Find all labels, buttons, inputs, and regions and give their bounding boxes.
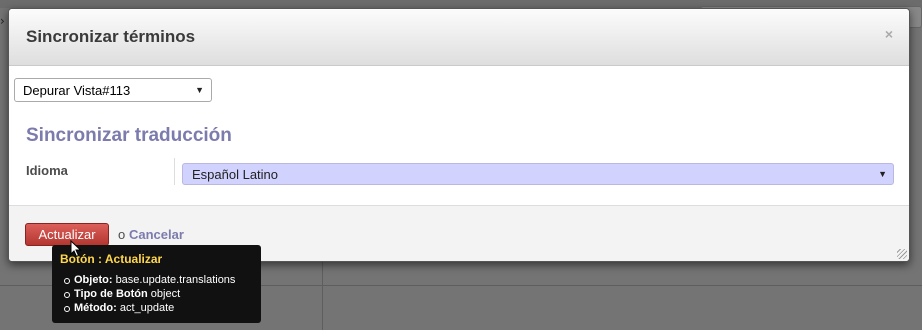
tooltip-list: Objeto: base.update.translations Tipo de… xyxy=(60,273,253,315)
background-glyph: › xyxy=(0,14,5,28)
language-select[interactable]: Español Latino ▼ xyxy=(182,163,894,185)
debug-view-select[interactable]: Depurar Vista#113 ▼ xyxy=(14,78,212,102)
update-button[interactable]: Actualizar xyxy=(25,223,109,246)
button-tooltip: Botón : Actualizar Objeto: base.update.t… xyxy=(52,245,261,323)
tooltip-item-button-type: Tipo de Botón object xyxy=(64,287,253,301)
tooltip-key: Método: xyxy=(74,302,117,314)
debug-view-value: Depurar Vista#113 xyxy=(23,83,131,98)
dialog-header: Sincronizar términos × xyxy=(9,9,909,66)
or-text: o xyxy=(118,227,126,242)
tooltip-title: Botón : Actualizar xyxy=(60,252,163,266)
field-separator xyxy=(174,158,175,185)
resize-grip-icon[interactable] xyxy=(897,249,907,259)
close-icon[interactable]: × xyxy=(885,26,893,42)
tooltip-item-object: Objeto: base.update.translations xyxy=(64,273,253,287)
sync-terms-dialog: Sincronizar términos × Depurar Vista#113… xyxy=(8,8,910,262)
tooltip-value: object xyxy=(150,288,181,300)
background-vertical-divider xyxy=(322,262,323,330)
tooltip-value: act_update xyxy=(119,302,175,314)
language-label: Idioma xyxy=(26,163,68,178)
chevron-down-icon: ▼ xyxy=(195,85,204,95)
language-select-value: Español Latino xyxy=(192,167,279,182)
cancel-link[interactable]: Cancelar xyxy=(129,227,184,242)
tooltip-key: Tipo de Botón xyxy=(74,288,148,300)
tooltip-key: Objeto: xyxy=(74,274,113,286)
form-title: Sincronizar traducción xyxy=(26,125,232,146)
tooltip-item-method: Método: act_update xyxy=(64,301,253,315)
mouse-pointer-icon xyxy=(70,240,82,258)
dialog-title: Sincronizar términos xyxy=(26,27,196,46)
chevron-down-icon: ▼ xyxy=(878,169,887,179)
tooltip-value: base.update.translations xyxy=(115,274,236,286)
